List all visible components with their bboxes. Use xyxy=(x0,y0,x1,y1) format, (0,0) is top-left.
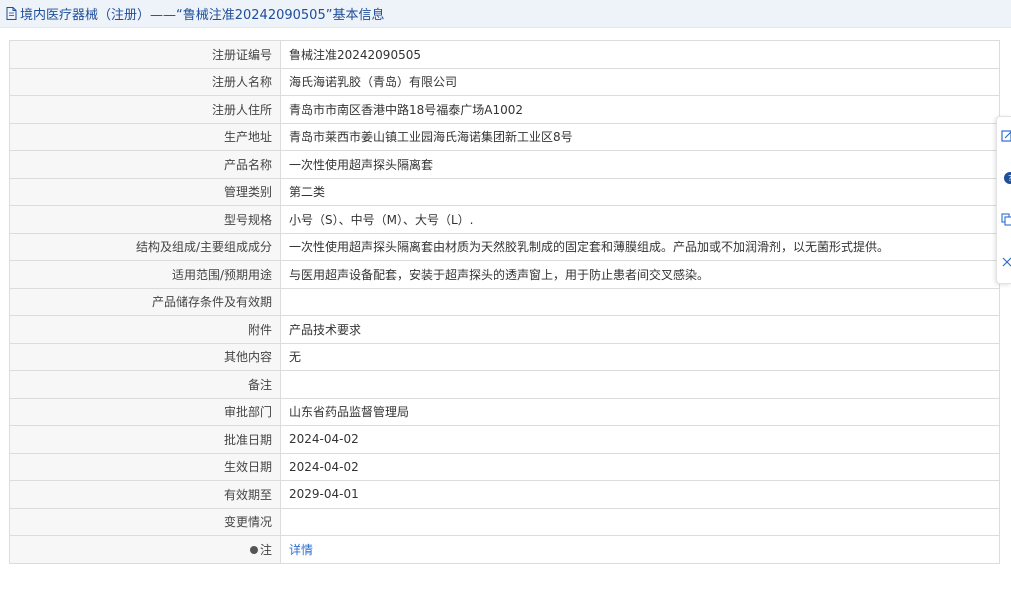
field-label: 结构及组成/主要组成成分 xyxy=(9,232,281,261)
field-value xyxy=(280,287,1000,316)
table-row: 型号规格 小号（S）、中号（M）、大号（L）. xyxy=(9,205,1000,234)
table-row: 批准日期 2024-04-02 xyxy=(9,425,1000,454)
side-toolbar: ? xyxy=(996,116,1011,284)
field-label: 注册人名称 xyxy=(9,67,281,96)
field-label: 审批部门 xyxy=(9,397,281,426)
document-icon xyxy=(6,7,17,20)
table-row: 注 详情 xyxy=(9,535,1000,564)
note-value-cell: 详情 xyxy=(280,535,1000,564)
field-label: 其他内容 xyxy=(9,342,281,371)
table-row: 附件 产品技术要求 xyxy=(9,315,1000,344)
field-value: 青岛市莱西市姜山镇工业园海氏海诺集团新工业区8号 xyxy=(280,122,1000,151)
field-value xyxy=(280,507,1000,536)
details-link[interactable]: 详情 xyxy=(289,543,313,557)
field-value: 鲁械注准20242090505 xyxy=(280,40,1000,69)
table-row: 注册人住所 青岛市市南区香港中路18号福泰广场A1002 xyxy=(9,95,1000,124)
note-label: 注 xyxy=(259,542,272,557)
field-value: 2029-04-01 xyxy=(280,480,1000,509)
field-value: 海氏海诺乳胶（青岛）有限公司 xyxy=(280,67,1000,96)
note-icon xyxy=(249,545,258,554)
page-title: 境内医疗器械（注册）——“鲁械注准20242090505”基本信息 xyxy=(20,8,385,23)
table-row: 注册人名称 海氏海诺乳胶（青岛）有限公司 xyxy=(9,67,1000,96)
field-label: 附件 xyxy=(9,315,281,344)
field-label: 型号规格 xyxy=(9,205,281,234)
field-value: 第二类 xyxy=(280,177,1000,206)
copy-icon[interactable] xyxy=(1001,213,1011,227)
table-row: 变更情况 xyxy=(9,507,1000,536)
table-row: 有效期至 2029-04-01 xyxy=(9,480,1000,509)
table-row: 产品名称 一次性使用超声探头隔离套 xyxy=(9,150,1000,179)
field-label: 产品名称 xyxy=(9,150,281,179)
field-value: 与医用超声设备配套，安装于超声探头的透声窗上，用于防止患者间交叉感染。 xyxy=(280,260,1000,289)
field-label: 管理类别 xyxy=(9,177,281,206)
field-label: 注册人住所 xyxy=(9,95,281,124)
edit-icon[interactable] xyxy=(1001,129,1011,143)
field-label: 生效日期 xyxy=(9,452,281,481)
field-value: 小号（S）、中号（M）、大号（L）. xyxy=(280,205,1000,234)
field-label: 生产地址 xyxy=(9,122,281,151)
field-label: 注册证编号 xyxy=(9,40,281,69)
field-value: 山东省药品监督管理局 xyxy=(280,397,1000,426)
help-icon[interactable]: ? xyxy=(1001,171,1011,185)
note-label-cell: 注 xyxy=(9,535,281,564)
field-value: 2024-04-02 xyxy=(280,452,1000,481)
field-value: 产品技术要求 xyxy=(280,315,1000,344)
table-row: 生效日期 2024-04-02 xyxy=(9,452,1000,481)
field-label: 适用范围/预期用途 xyxy=(9,260,281,289)
page-header: 境内医疗器械（注册）——“鲁械注准20242090505”基本信息 xyxy=(0,0,1011,28)
field-value: 一次性使用超声探头隔离套由材质为天然胶乳制成的固定套和薄膜组成。产品加或不加润滑… xyxy=(280,232,1000,261)
field-label: 产品储存条件及有效期 xyxy=(9,287,281,316)
table-row: 备注 xyxy=(9,370,1000,399)
table-row: 生产地址 青岛市莱西市姜山镇工业园海氏海诺集团新工业区8号 xyxy=(9,122,1000,151)
field-label: 批准日期 xyxy=(9,425,281,454)
close-icon[interactable] xyxy=(1001,255,1011,269)
table-row: 注册证编号 鲁械注准20242090505 xyxy=(9,40,1000,69)
info-table: 注册证编号 鲁械注准20242090505 注册人名称 海氏海诺乳胶（青岛）有限公司注… xyxy=(9,40,1000,564)
table-row: 其他内容无 xyxy=(9,342,1000,371)
field-value: 无 xyxy=(280,342,1000,371)
field-label: 有效期至 xyxy=(9,480,281,509)
field-value xyxy=(280,370,1000,399)
field-value: 2024-04-02 xyxy=(280,425,1000,454)
field-label: 备注 xyxy=(9,370,281,399)
table-row: 管理类别 第二类 xyxy=(9,177,1000,206)
table-row: 产品储存条件及有效期 xyxy=(9,287,1000,316)
table-row: 结构及组成/主要组成成分 一次性使用超声探头隔离套由材质为天然胶乳制成的固定套和薄… xyxy=(9,232,1000,261)
field-label: 变更情况 xyxy=(9,507,281,536)
field-value: 一次性使用超声探头隔离套 xyxy=(280,150,1000,179)
field-value: 青岛市市南区香港中路18号福泰广场A1002 xyxy=(280,95,1000,124)
table-row: 审批部门 山东省药品监督管理局 xyxy=(9,397,1000,426)
table-row: 适用范围/预期用途 与医用超声设备配套，安装于超声探头的透声窗上，用于防止患者间交… xyxy=(9,260,1000,289)
